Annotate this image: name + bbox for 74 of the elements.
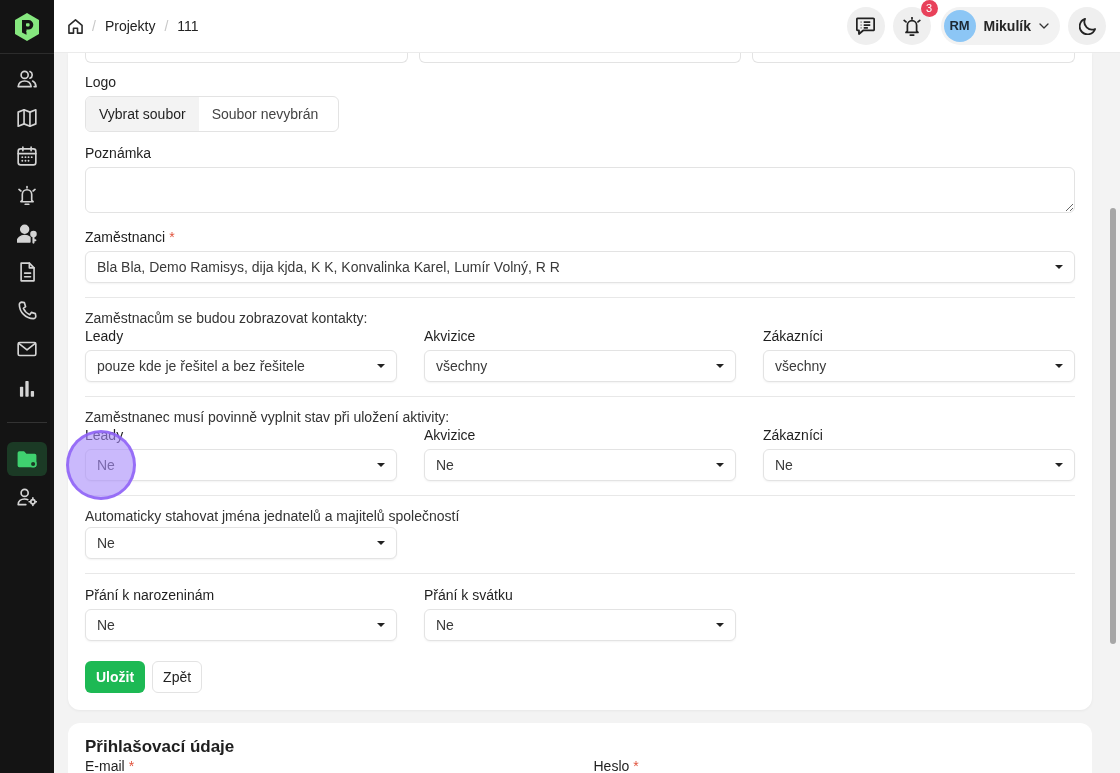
users-icon: [17, 69, 37, 90]
required-mark: *: [128, 760, 135, 773]
select-field[interactable]: Ne: [424, 449, 736, 481]
input-field[interactable]: [752, 53, 1075, 63]
nav-button[interactable]: [7, 441, 47, 476]
messages-button[interactable]: [846, 7, 885, 45]
theme-toggle-button[interactable]: [1068, 7, 1106, 45]
note-field[interactable]: [85, 167, 1075, 213]
scrollbar-thumb[interactable]: [1110, 208, 1116, 644]
caret-icon: [377, 623, 385, 627]
field-label: Akvizice: [424, 426, 476, 444]
bar-chart-icon: [17, 378, 37, 399]
folder-icon: [17, 448, 37, 469]
field-label: E-mail: [85, 760, 125, 773]
map-icon: [17, 107, 37, 128]
field-label: Poznámka: [85, 144, 152, 162]
breadcrumb-current: 111: [177, 16, 199, 36]
required-mark: *: [633, 760, 639, 773]
field-label: Logo: [85, 73, 117, 91]
file-input[interactable]: Vybrat soubor Soubor nevybrán: [85, 96, 339, 132]
notification-badge: 3: [920, 0, 938, 17]
field-label: Heslo: [593, 760, 630, 773]
caret-icon: [716, 463, 724, 467]
section-intro: Zaměstnanec musí povinně vyplnit stav při uložení aktivity:: [85, 409, 451, 426]
home-icon: [68, 18, 83, 34]
phone-icon: [17, 300, 37, 321]
section-intro: Automaticky stahovat jména jednatelů a majitelů společností: [85, 508, 461, 525]
user-key-icon: [17, 223, 37, 244]
caret-icon: [716, 364, 724, 368]
select-field[interactable]: Bla Bla, Demo Ramisys, dija kjda, K K, Konvalinka Karel, Lumír Volný, R R: [85, 251, 1075, 283]
select-field[interactable]: Ne: [85, 527, 397, 559]
choose-file-button[interactable]: Vybrat soubor: [86, 97, 199, 131]
caret-icon: [377, 364, 385, 368]
caret-icon: [1055, 463, 1063, 467]
breadcrumb-separator: /: [163, 16, 170, 36]
field-label: Přání k narozeninám: [85, 586, 215, 604]
breadcrumb-link[interactable]: Projekty: [104, 15, 156, 37]
caret-icon: [1055, 364, 1063, 368]
back-button[interactable]: Zpět: [152, 661, 203, 693]
home-link[interactable]: [68, 18, 83, 34]
file-status-text: Soubor nevybrán: [211, 104, 319, 124]
field-label: Akvizice: [424, 327, 476, 345]
user-avatar: RM: [943, 10, 976, 42]
select-field[interactable]: Ne: [424, 609, 736, 641]
field-label: Zákazníci: [763, 426, 823, 444]
moon-icon: [1078, 17, 1096, 35]
caret-icon: [716, 623, 724, 627]
user-menu-button[interactable]: RM Mikulík: [940, 7, 1060, 45]
select-field[interactable]: Ne: [85, 609, 397, 641]
document-icon: [17, 262, 37, 283]
chat-icon: [856, 17, 876, 35]
user-gear-icon: [17, 487, 37, 508]
input-field[interactable]: [85, 53, 408, 63]
select-field[interactable]: všechny: [763, 350, 1075, 382]
bell-icon: [17, 185, 37, 206]
bell-icon: [902, 16, 921, 36]
field-label: Leady: [85, 327, 124, 345]
card-title: Přihlašovací údaje: [85, 737, 236, 757]
field-label: Zaměstnanci: [85, 228, 166, 246]
field-label: Zákazníci: [763, 327, 823, 345]
calendar-icon: [17, 146, 37, 167]
select-field[interactable]: Ne: [763, 449, 1075, 481]
select-field[interactable]: všechny: [424, 350, 736, 382]
chevron-down-icon: [1039, 23, 1049, 29]
field-label: Přání k svátku: [424, 586, 513, 604]
caret-icon: [377, 463, 385, 467]
caret-icon: [1055, 265, 1063, 269]
caret-icon: [377, 541, 385, 545]
section-intro: Zaměstnacům se budou zobrazovat kontakty:: [85, 310, 369, 327]
input-field[interactable]: [418, 53, 742, 63]
breadcrumb-separator: /: [91, 16, 97, 36]
select-field[interactable]: pouze kde je řešitel a bez řešitele: [85, 350, 397, 382]
required-mark: *: [169, 228, 175, 246]
logo-icon: [14, 12, 40, 41]
